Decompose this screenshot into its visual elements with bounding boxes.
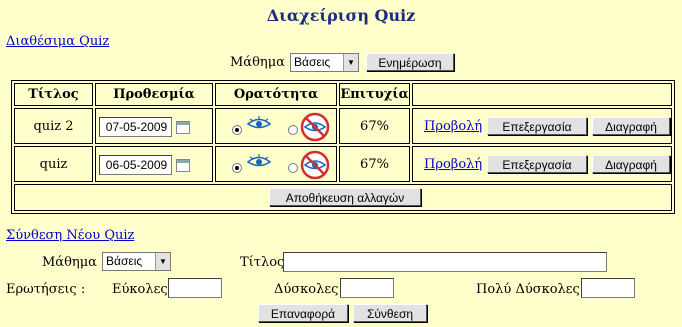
very-hard-label: Πολύ Δύσκολες	[476, 282, 580, 297]
save-cell: Αποθήκευση αλλαγών	[14, 184, 672, 211]
eye-visible-icon	[246, 116, 272, 129]
table-header-row: Τίτλος Προθεσμία Ορατότητα Επιτυχία	[14, 83, 672, 106]
column-header	[412, 83, 672, 106]
deadline-input[interactable]: 06-05-2009	[99, 155, 172, 175]
deadline-input[interactable]: 07-05-2009	[99, 117, 172, 137]
view-link[interactable]: Προβολή	[424, 157, 482, 172]
chevron-down-icon: ▼	[343, 54, 358, 71]
update-button[interactable]: Ενημέρωση	[366, 53, 454, 71]
subject-select-value: Βάσεις	[294, 55, 331, 69]
subject-select[interactable]: Βάσεις ▼	[290, 53, 359, 72]
title-input[interactable]	[283, 252, 607, 272]
title-label: Τίτλος	[240, 255, 285, 270]
visible-radio[interactable]	[232, 125, 242, 135]
quiz-title: quiz 2	[14, 108, 93, 144]
quiz-title: quiz	[14, 146, 93, 182]
hard-count-input[interactable]	[340, 278, 394, 298]
subject-label: Μάθημα	[230, 55, 285, 70]
column-header: Επιτυχία	[339, 83, 410, 106]
new-subject-label: Μάθημα	[42, 255, 97, 270]
edit-button[interactable]: Επεξεργασία	[487, 155, 587, 173]
save-changes-button[interactable]: Αποθήκευση αλλαγών	[269, 188, 421, 206]
calendar-icon[interactable]	[176, 159, 190, 172]
new-subject-select-value: Βάσεις	[106, 254, 143, 268]
delete-button[interactable]: Διαγραφή	[592, 117, 670, 135]
new-quiz-link[interactable]: Σύνθεση Νέου Quiz	[6, 228, 134, 243]
table-row: quiz 2 07-05-2009 67% Προβολή Επεξεργασί…	[14, 108, 672, 144]
save-row: Αποθήκευση αλλαγών	[14, 184, 672, 211]
calendar-icon[interactable]	[176, 121, 190, 134]
table-row: quiz 06-05-2009 67% Προβολή Επεξεργασία	[14, 146, 672, 182]
easy-count-input[interactable]	[168, 278, 222, 298]
success-cell: 67%	[339, 108, 410, 144]
visible-radio[interactable]	[232, 163, 242, 173]
edit-button[interactable]: Επεξεργασία	[487, 117, 587, 135]
page-title: Διαχείριση Quiz	[266, 6, 416, 25]
eye-hidden-icon	[300, 112, 330, 142]
new-subject-select[interactable]: Βάσεις ▼	[102, 252, 171, 271]
easy-label: Εύκολες	[112, 282, 168, 297]
view-link[interactable]: Προβολή	[424, 119, 482, 134]
actions-cell: Προβολή Επεξεργασία Διαγραφή	[412, 108, 672, 144]
questions-label: Ερωτήσεις :	[6, 282, 86, 297]
column-header: Τίτλος	[14, 83, 93, 106]
chevron-down-icon: ▼	[155, 253, 170, 270]
delete-button[interactable]: Διαγραφή	[592, 155, 670, 173]
very-hard-count-input[interactable]	[581, 278, 635, 298]
reset-button[interactable]: Επαναφορά	[258, 304, 348, 322]
column-header: Ορατότητα	[215, 83, 337, 106]
success-cell: 67%	[339, 146, 410, 182]
eye-hidden-icon	[300, 150, 330, 180]
eye-visible-icon	[246, 154, 272, 167]
column-header: Προθεσμία	[95, 83, 213, 106]
hidden-radio[interactable]	[288, 163, 298, 173]
available-quiz-link[interactable]: Διαθέσιμα Quiz	[6, 34, 109, 49]
deadline-cell: 07-05-2009	[95, 108, 213, 144]
compose-button[interactable]: Σύνθεση	[353, 304, 427, 322]
quiz-table: Τίτλος Προθεσμία Ορατότητα Επιτυχία quiz…	[11, 80, 675, 214]
visibility-cell	[215, 146, 337, 182]
hard-label: Δύσκολες	[274, 282, 339, 297]
visibility-cell	[215, 108, 337, 144]
hidden-radio[interactable]	[288, 125, 298, 135]
actions-cell: Προβολή Επεξεργασία Διαγραφή	[412, 146, 672, 182]
deadline-cell: 06-05-2009	[95, 146, 213, 182]
